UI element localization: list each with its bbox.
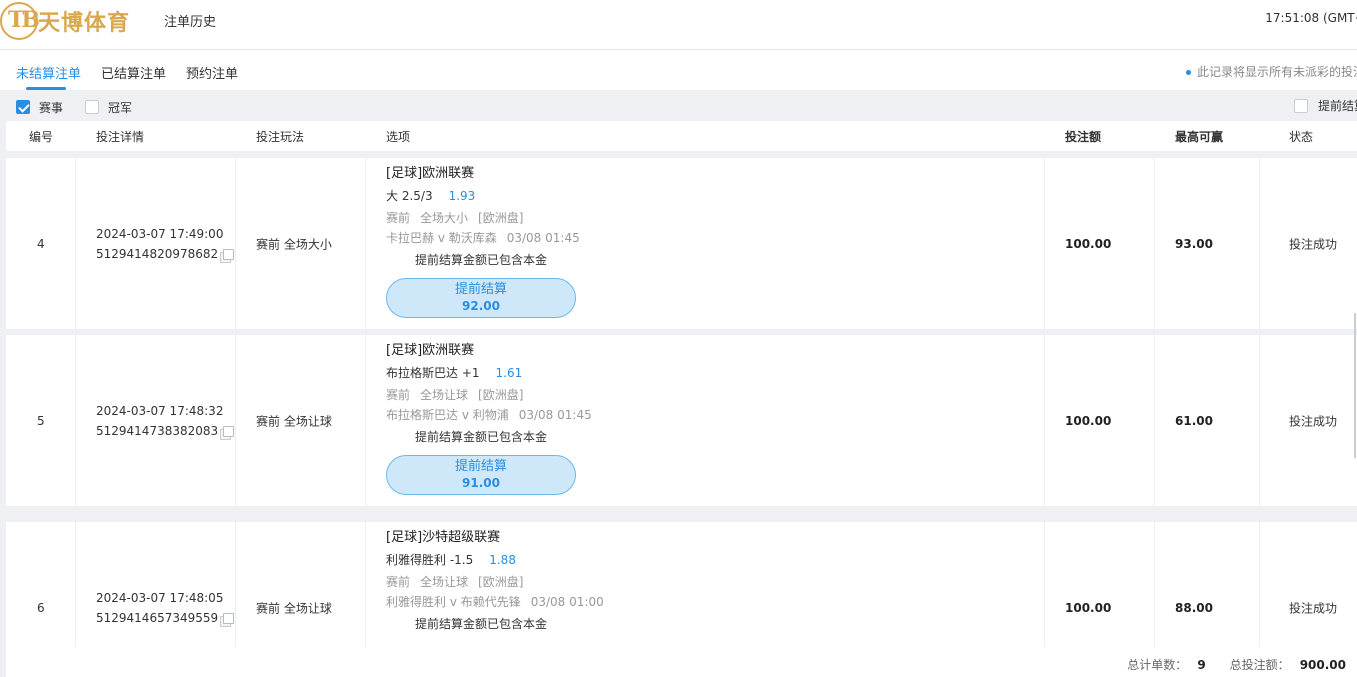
odds-value: 1.61 [495, 366, 523, 380]
event-filter-label: 赛事 [39, 100, 64, 115]
odds-value: 1.88 [489, 553, 516, 567]
max-win: 88.00 [1175, 600, 1213, 615]
cashout-note: 提前结算金额已包含本金 [415, 430, 548, 444]
bet-details: 2024-03-07 17:48:05 5129414657349559 [96, 588, 235, 628]
table-row: 4 2024-03-07 17:49:00 5129414820978682 赛… [6, 158, 1357, 329]
tab-settled[interactable]: 已结算注单 [101, 63, 166, 82]
bet-play-type: 赛前 全场大小 [256, 237, 332, 251]
bet-datetime: 2024-03-07 17:48:05 [96, 590, 224, 605]
bet-amount: 100.00 [1065, 413, 1112, 428]
page-title: 注单历史 [164, 15, 217, 30]
early-settle-filter: 提前结算 [1294, 97, 1357, 114]
total-stake-value: 900.00 [1299, 658, 1346, 672]
logo-emblem-icon: TB [0, 2, 40, 40]
bet-number: 4 [37, 236, 45, 251]
tab-reserved[interactable]: 预约注单 [186, 63, 238, 82]
match-time: 03/08 01:45 [518, 408, 592, 422]
bet-id: 5129414820978682 [96, 246, 219, 261]
server-clock: 17:51:08 (GMT+8) [1265, 11, 1357, 25]
bet-datetime: 2024-03-07 17:48:32 [96, 403, 224, 418]
cashout-note: 提前结算金额已包含本金 [415, 253, 548, 267]
bet-option: [足球]沙特超级联赛 利雅得胜利 -1.5 1.88 赛前 全场让球 [欧洲盘] 利雅… [386, 528, 614, 636]
bet-status: 投注成功 [1289, 414, 1338, 428]
bet-status: 投注成功 [1289, 237, 1338, 251]
col-amount: 投注额 [1065, 130, 1102, 144]
col-no: 编号 [29, 130, 54, 144]
copy-icon[interactable] [220, 425, 235, 440]
col-play: 投注玩法 [256, 130, 305, 144]
notice-text: 此记录将显示所有未派彩的投注 [1186, 63, 1357, 80]
bet-id: 5129414738382083 [96, 423, 219, 438]
summary-footer: 总计单数： 9 总投注额： 900.00 [6, 647, 1357, 677]
logo-text: 天博体育 [38, 11, 131, 36]
bullet-icon [1186, 70, 1191, 75]
bet-tabs: 未结算注单 已结算注单 预约注单 此记录将显示所有未派彩的投注 [0, 51, 1357, 90]
pick-label: 大 2.5/3 [386, 189, 433, 203]
cashout-note: 提前结算金额已包含本金 [415, 617, 548, 631]
max-win: 93.00 [1175, 236, 1213, 251]
filter-bar: 赛事 冠军 [16, 97, 132, 117]
market-meta: 赛前 全场大小 [欧洲盘] [386, 211, 524, 225]
copy-icon[interactable] [220, 612, 235, 627]
top-header: TB 天博体育 注单历史 17:51:08 (GMT+8) [0, 0, 1357, 50]
cashout-value: 91.00 [462, 476, 500, 490]
bet-option: [足球]欧洲联赛 布拉格斯巴达 +1 1.61 赛前 全场让球 [欧洲盘] 布拉格斯巴… [386, 341, 602, 495]
bet-amount: 100.00 [1065, 600, 1112, 615]
champion-filter-label: 冠军 [108, 100, 133, 115]
total-count-label: 总计单数： [1127, 658, 1188, 672]
early-settle-checkbox[interactable] [1294, 98, 1308, 113]
match-time: 03/08 01:45 [506, 231, 580, 245]
bet-datetime: 2024-03-07 17:49:00 [96, 226, 224, 241]
tab-unsettled[interactable]: 未结算注单 [16, 63, 81, 82]
bet-details: 2024-03-07 17:49:00 5129414820978682 [96, 224, 235, 264]
table-header: 编号 投注详情 投注玩法 选项 投注额 最高可赢 状态 [6, 121, 1357, 151]
bet-details: 2024-03-07 17:48:32 5129414738382083 [96, 401, 235, 441]
market-meta: 赛前 全场让球 [欧洲盘] [386, 575, 524, 589]
match-teams: 卡拉巴赫 v 勒沃库森 [386, 231, 497, 245]
cashout-button[interactable]: 提前结算 91.00 [386, 455, 576, 495]
champion-checkbox[interactable] [85, 100, 100, 114]
bet-id: 5129414657349559 [96, 610, 219, 625]
col-details: 投注详情 [96, 130, 145, 144]
table-row: 5 2024-03-07 17:48:32 5129414738382083 赛… [6, 335, 1357, 506]
cashout-value: 92.00 [462, 299, 500, 313]
market-meta: 赛前 全场让球 [欧洲盘] [386, 388, 524, 402]
match-teams: 利雅得胜利 v 布赖代先锋 [386, 595, 521, 609]
scrollbar[interactable] [1354, 313, 1356, 458]
col-option: 选项 [386, 130, 411, 144]
event-checkbox[interactable] [16, 100, 30, 114]
match-teams: 布拉格斯巴达 v 利物浦 [386, 408, 509, 422]
pick-label: 布拉格斯巴达 +1 [386, 366, 480, 380]
bet-option: [足球]欧洲联赛 大 2.5/3 1.93 赛前 全场大小 [欧洲盘] 卡拉巴赫 v … [386, 164, 590, 318]
col-max-win: 最高可赢 [1175, 130, 1224, 144]
bet-number: 6 [37, 600, 45, 615]
odds-value: 1.93 [448, 189, 476, 203]
league-name: [足球]欧洲联赛 [386, 166, 475, 181]
total-stake-label: 总投注额： [1229, 658, 1290, 672]
cashout-button[interactable]: 提前结算 92.00 [386, 278, 576, 318]
copy-icon[interactable] [220, 248, 235, 263]
col-status: 状态 [1289, 130, 1314, 144]
league-name: [足球]欧洲联赛 [386, 343, 475, 358]
bet-play-type: 赛前 全场让球 [256, 601, 332, 615]
pick-label: 利雅得胜利 -1.5 [386, 553, 474, 567]
bet-play-type: 赛前 全场让球 [256, 414, 332, 428]
brand-logo[interactable]: TB 天博体育 [0, 2, 130, 40]
early-settle-label: 提前结算 [1318, 99, 1357, 113]
bet-number: 5 [37, 413, 45, 428]
league-name: [足球]沙特超级联赛 [386, 530, 501, 545]
total-count-value: 9 [1197, 658, 1206, 672]
match-time: 03/08 01:00 [530, 595, 604, 609]
max-win: 61.00 [1175, 413, 1213, 428]
bet-status: 投注成功 [1289, 601, 1338, 615]
bet-amount: 100.00 [1065, 236, 1112, 251]
